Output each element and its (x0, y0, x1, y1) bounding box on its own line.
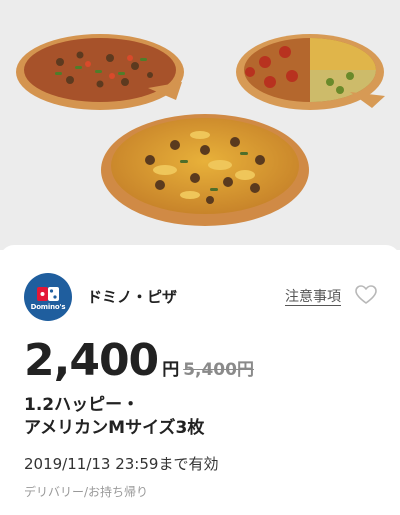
validity-date: 2019/11/13 23:59まで有効 (24, 455, 219, 473)
original-price: 5,400円 (183, 360, 254, 380)
coupon-title: 1.2ハッピー・ アメリカンMサイズ3枚 (24, 394, 204, 440)
price-row: 2,400 円 5,400円 (24, 335, 254, 386)
coupon-title-line-1: 1.2ハッピー・ (24, 395, 140, 415)
pizza-center (101, 114, 309, 226)
pizza-left (16, 34, 184, 110)
notes-link[interactable]: 注意事項 (285, 286, 341, 306)
heart-outline-icon[interactable] (354, 283, 378, 307)
pizza-hero-image (0, 0, 400, 250)
brand-name: ドミノ・ピザ (87, 288, 178, 306)
domino-tile-icon (37, 286, 59, 301)
delivery-method: デリバリー/お持ち帰り (24, 485, 149, 499)
brand-row: Domino's ドミノ・ピザ 注意事項 (24, 273, 380, 321)
logo-wordmark: Domino's (30, 302, 66, 311)
coupon-card[interactable]: Domino's ドミノ・ピザ 注意事項 2,400 円 5,400円 1.2ハッピ… (0, 245, 400, 515)
dominos-logo: Domino's (24, 273, 72, 321)
discount-price: 2,400 (24, 335, 159, 386)
coupon-title-line-2: アメリカンMサイズ3枚 (24, 418, 205, 438)
currency-label: 円 (162, 360, 180, 380)
pizza-illustration (16, 34, 385, 226)
pizza-right (236, 34, 385, 110)
